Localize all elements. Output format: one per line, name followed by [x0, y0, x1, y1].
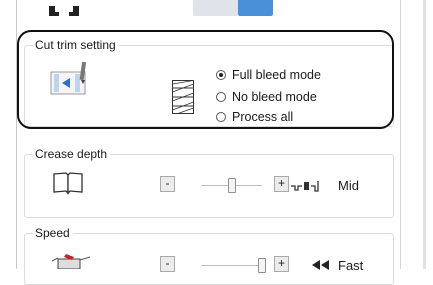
top-partial-row — [17, 0, 400, 24]
speed-level-label: Fast — [338, 258, 364, 273]
crease-decrease-button[interactable]: - — [160, 176, 175, 192]
speed-legend: Speed — [33, 226, 73, 240]
speed-decrease-button[interactable]: - — [160, 256, 175, 272]
corner-marks-icon — [49, 6, 79, 16]
crease-increase-button[interactable]: + — [274, 176, 289, 192]
panel-right-border — [400, 0, 401, 269]
scrollbar-track[interactable] — [423, 0, 426, 269]
speed-printer-icon — [52, 254, 91, 269]
open-book-icon — [53, 172, 83, 195]
crease-level-label: Mid — [338, 178, 359, 193]
mode-segment-2[interactable] — [238, 0, 273, 16]
mode-segment-1[interactable] — [193, 0, 238, 16]
crease-slider-thumb[interactable] — [227, 178, 236, 193]
vertical-scrollbar[interactable] — [416, 0, 433, 269]
crease-depth-legend: Crease depth — [33, 147, 111, 161]
speed-increase-button[interactable]: + — [274, 256, 289, 272]
crease-depth-icon — [291, 181, 319, 192]
speed-slider-thumb[interactable] — [258, 258, 266, 273]
callout-highlight — [17, 30, 394, 129]
speed-slider-track[interactable] — [201, 265, 262, 266]
